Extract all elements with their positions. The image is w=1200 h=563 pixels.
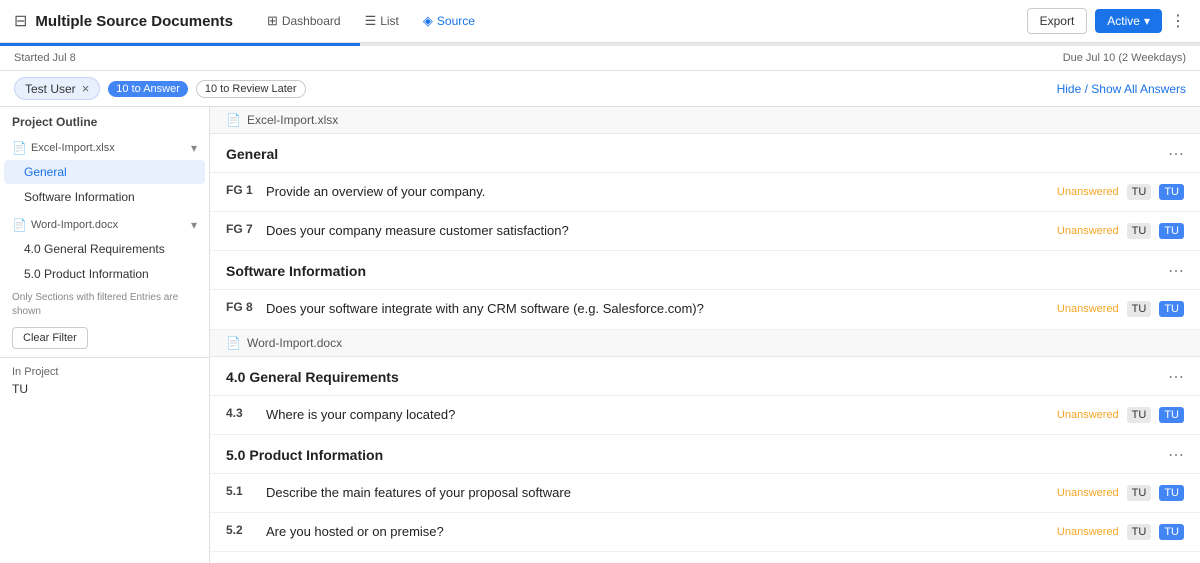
status-badge: Unanswered (1057, 225, 1119, 237)
section-software-info: Software Information ⋯ (210, 251, 1200, 290)
tu-label: TU (12, 382, 197, 396)
active-button[interactable]: Active ▾ (1095, 9, 1162, 33)
general-kebab-icon[interactable]: ⋯ (1168, 144, 1184, 164)
status-badge: Unanswered (1057, 186, 1119, 198)
clear-filter-button[interactable]: Clear Filter (12, 327, 88, 349)
chip-close-icon[interactable]: × (82, 81, 90, 96)
main-layout: Project Outline 📄 Excel-Import.xlsx ▾ Ge… (0, 107, 1200, 563)
app-icon: ⊟ (14, 11, 27, 31)
table-row: 5.2 Are you hosted or on premise? Unansw… (210, 513, 1200, 552)
status-badge: Unanswered (1057, 303, 1119, 315)
due-label: Due Jul 10 (2 Weekdays) (1063, 52, 1186, 64)
status-badge: Unanswered (1057, 409, 1119, 421)
export-button[interactable]: Export (1027, 8, 1088, 34)
sub-header: Started Jul 8 Due Jul 10 (2 Weekdays) (0, 46, 1200, 71)
sidebar-item-general[interactable]: General (4, 160, 205, 184)
header-kebab-icon[interactable]: ⋮ (1170, 11, 1186, 31)
table-row: FG 7 Does your company measure customer … (210, 212, 1200, 251)
sidebar-item-product-info[interactable]: 5.0 Product Information (4, 262, 205, 286)
excel-file-icon: 📄 (12, 141, 27, 155)
section-5-product-info: 5.0 Product Information ⋯ (210, 435, 1200, 474)
file1-divider: 📄 Excel-Import.xlsx (210, 107, 1200, 134)
sidebar-item-software-info[interactable]: Software Information (4, 185, 205, 209)
sidebar-item-general-req[interactable]: 4.0 General Requirements (4, 237, 205, 261)
tu-badge-2[interactable]: TU (1159, 524, 1184, 540)
nav-tabs: ⊞ Dashboard ☰ List ◈ Source (257, 9, 485, 33)
outline-label: Project Outline (0, 107, 209, 133)
file2-divider: 📄 Word-Import.docx (210, 330, 1200, 357)
tu-badge-1[interactable]: TU (1127, 407, 1152, 423)
file2-icon: 📄 (226, 336, 241, 350)
section-general: General ⋯ (210, 134, 1200, 173)
sidebar-file2-header[interactable]: 📄 Word-Import.docx ▾ (0, 210, 209, 236)
tab-source[interactable]: ◈ Source (413, 9, 485, 33)
table-row: 5.3 Do you use any third-party services … (210, 552, 1200, 563)
word-file-icon: 📄 (12, 218, 27, 232)
header-right: Export Active ▾ ⋮ (1027, 8, 1186, 34)
hide-show-answers[interactable]: Hide / Show All Answers (1057, 82, 1186, 96)
source-icon: ◈ (423, 13, 433, 29)
file1-icon: 📄 (226, 113, 241, 127)
started-label: Started Jul 8 (14, 52, 76, 64)
tu-badge-1[interactable]: TU (1127, 485, 1152, 501)
content-area: 📄 Excel-Import.xlsx General ⋯ FG 1 Provi… (210, 107, 1200, 563)
filter-note: Only Sections with filtered Entries are … (0, 287, 209, 323)
show-all-link[interactable]: Show All Answers (1091, 82, 1186, 96)
gen-req-kebab-icon[interactable]: ⋯ (1168, 367, 1184, 387)
table-row: 5.1 Describe the main features of your p… (210, 474, 1200, 513)
sidebar: Project Outline 📄 Excel-Import.xlsx ▾ Ge… (0, 107, 210, 563)
table-row: 4.3 Where is your company located? Unans… (210, 396, 1200, 435)
prod-info-kebab-icon[interactable]: ⋯ (1168, 445, 1184, 465)
table-row: FG 1 Provide an overview of your company… (210, 173, 1200, 212)
tab-dashboard[interactable]: ⊞ Dashboard (257, 9, 351, 33)
dashboard-icon: ⊞ (267, 13, 278, 29)
software-kebab-icon[interactable]: ⋯ (1168, 261, 1184, 281)
chevron-down-icon: ▾ (1144, 14, 1150, 28)
chip-label: Test User (25, 82, 76, 96)
tu-badge-1[interactable]: TU (1127, 301, 1152, 317)
sidebar-file1-header[interactable]: 📄 Excel-Import.xlsx ▾ (0, 133, 209, 159)
filter-bar: Test User × 10 to Answer 10 to Review La… (0, 71, 1200, 107)
tu-badge-2[interactable]: TU (1159, 184, 1184, 200)
tu-badge-2[interactable]: TU (1159, 223, 1184, 239)
sidebar-bottom: In Project TU (0, 357, 209, 404)
answer-count-badge: 10 to Answer (108, 81, 188, 97)
tu-badge-2[interactable]: TU (1159, 301, 1184, 317)
user-filter-chip[interactable]: Test User × (14, 77, 100, 100)
table-row: FG 8 Does your software integrate with a… (210, 290, 1200, 329)
collapse-icon: ▾ (191, 141, 197, 155)
list-icon: ☰ (365, 13, 377, 29)
in-project-label: In Project (12, 366, 197, 378)
status-badge: Unanswered (1057, 487, 1119, 499)
top-header: ⊟ Multiple Source Documents ⊞ Dashboard … (0, 0, 1200, 43)
app-title: Multiple Source Documents (35, 13, 233, 30)
review-count-badge: 10 to Review Later (196, 80, 306, 98)
tu-badge-1[interactable]: TU (1127, 223, 1152, 239)
tu-badge-2[interactable]: TU (1159, 407, 1184, 423)
tu-badge-2[interactable]: TU (1159, 485, 1184, 501)
status-badge: Unanswered (1057, 526, 1119, 538)
tu-badge-1[interactable]: TU (1127, 184, 1152, 200)
filter-bar-left: Test User × 10 to Answer 10 to Review La… (14, 77, 306, 100)
tu-badge-1[interactable]: TU (1127, 524, 1152, 540)
tab-list[interactable]: ☰ List (355, 9, 409, 33)
section-4-general-req: 4.0 General Requirements ⋯ (210, 357, 1200, 396)
header-left: ⊟ Multiple Source Documents ⊞ Dashboard … (14, 9, 485, 33)
collapse-icon-2: ▾ (191, 218, 197, 232)
